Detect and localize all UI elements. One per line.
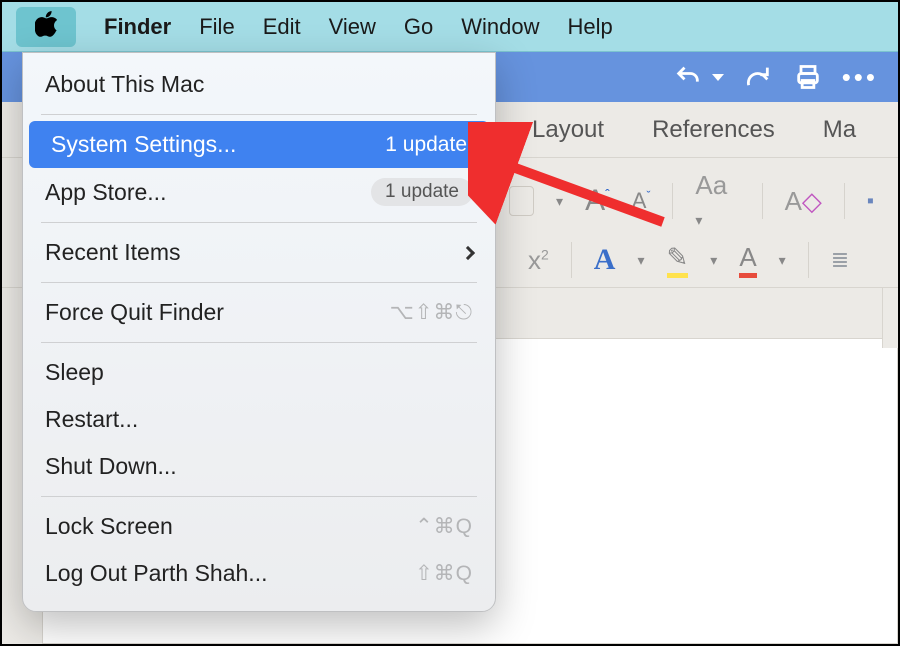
tab-layout[interactable]: Layout — [532, 116, 604, 144]
superscript-icon[interactable]: x2 — [528, 245, 549, 276]
update-badge: 1 update — [371, 178, 473, 206]
chevron-right-icon — [461, 245, 475, 259]
caret-down-icon[interactable]: ▾ — [556, 193, 563, 210]
caret-down-icon[interactable]: ▾ — [710, 252, 717, 269]
menu-label: Log Out Parth Shah... — [45, 560, 267, 587]
menubar-item-help[interactable]: Help — [568, 14, 613, 40]
menu-label: App Store... — [45, 179, 166, 206]
redo-icon[interactable] — [742, 61, 774, 93]
menu-item-about-this-mac[interactable]: About This Mac — [23, 61, 495, 108]
menu-item-sleep[interactable]: Sleep — [23, 349, 495, 396]
menu-item-recent-items[interactable]: Recent Items — [23, 229, 495, 276]
caret-down-icon[interactable]: ▾ — [779, 252, 786, 269]
menu-item-system-settings[interactable]: System Settings... 1 update — [29, 121, 489, 168]
shrink-font-icon[interactable]: Aˇ — [632, 188, 651, 214]
bullets-partial-icon[interactable]: ▪ — [867, 190, 874, 213]
menu-item-shut-down[interactable]: Shut Down... — [23, 443, 495, 490]
menubar-item-view[interactable]: View — [329, 14, 376, 40]
print-icon[interactable] — [792, 61, 824, 93]
menu-label: Lock Screen — [45, 513, 173, 540]
apple-menu-button[interactable] — [16, 7, 76, 47]
menu-item-log-out[interactable]: Log Out Parth Shah... ⇧⌘Q — [23, 550, 495, 597]
undo-icon[interactable] — [672, 61, 704, 93]
menu-label: System Settings... — [51, 131, 236, 158]
more-icon[interactable]: ••• — [842, 62, 878, 93]
caret-down-icon[interactable]: ▾ — [637, 252, 644, 269]
menubar-item-edit[interactable]: Edit — [263, 14, 301, 40]
keyboard-shortcut: ⇧⌘Q — [415, 561, 473, 586]
apple-menu-dropdown: About This Mac System Settings... 1 upda… — [22, 52, 496, 612]
grow-font-icon[interactable]: Aˆ — [585, 184, 610, 218]
text-effects-icon[interactable]: A — [594, 243, 616, 277]
font-color-icon[interactable]: A — [739, 242, 756, 278]
clear-formatting-icon[interactable]: A◇ — [785, 186, 822, 217]
menu-label: Restart... — [45, 406, 138, 433]
apple-logo-icon — [35, 11, 57, 43]
menu-label: Sleep — [45, 359, 104, 386]
keyboard-shortcut: ⌃⌘Q — [415, 514, 473, 539]
change-case-icon[interactable]: Aa ▾ — [695, 170, 739, 232]
menu-item-app-store[interactable]: App Store... 1 update — [23, 168, 495, 216]
keyboard-shortcut: ⌥⇧⌘⎋ — [390, 300, 473, 325]
highlight-icon[interactable]: ✎ — [667, 242, 689, 278]
menu-item-force-quit[interactable]: Force Quit Finder ⌥⇧⌘⎋ — [23, 289, 495, 336]
vertical-scrollbar[interactable] — [882, 288, 898, 348]
menu-label: About This Mac — [45, 71, 204, 98]
menubar-item-go[interactable]: Go — [404, 14, 433, 40]
menu-item-lock-screen[interactable]: Lock Screen ⌃⌘Q — [23, 503, 495, 550]
menu-label: Force Quit Finder — [45, 299, 224, 326]
menu-item-restart[interactable]: Restart... — [23, 396, 495, 443]
update-badge: 1 update — [385, 133, 467, 157]
tab-references[interactable]: References — [652, 116, 775, 144]
tab-mailings[interactable]: Ma — [823, 116, 856, 144]
menubar-item-window[interactable]: Window — [461, 14, 539, 40]
font-size-box[interactable] — [509, 186, 534, 216]
menubar: Finder File Edit View Go Window Help — [2, 2, 898, 52]
undo-dropdown-icon[interactable] — [712, 74, 724, 81]
menu-label: Recent Items — [45, 239, 181, 266]
menubar-item-file[interactable]: File — [199, 14, 234, 40]
paragraph-partial-icon[interactable]: ≣ — [831, 247, 849, 273]
menu-label: Shut Down... — [45, 453, 177, 480]
menubar-app-name[interactable]: Finder — [104, 14, 171, 40]
